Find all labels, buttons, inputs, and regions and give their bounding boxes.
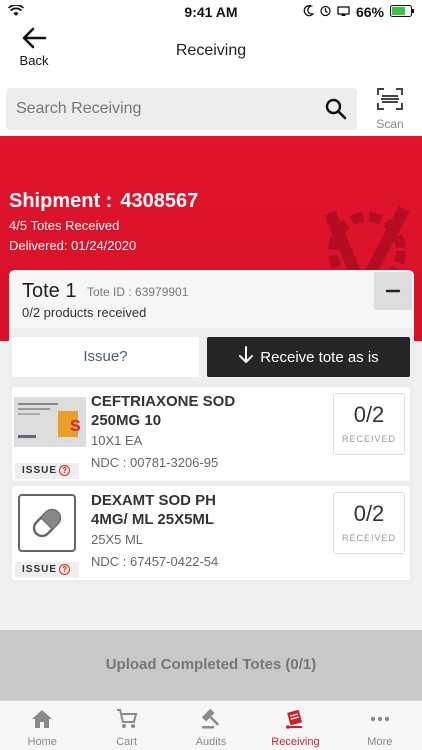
shipment-number-line: Shipment : 4308567 [9,190,198,213]
arrow-down-icon [238,346,254,368]
received-count-value: 0/2 [353,402,385,427]
product-image: S [14,397,86,447]
tab-label: Audits [195,736,227,748]
tote-id: Tote ID : 63979901 [87,285,189,299]
product-issue-tag[interactable]: ISSUE? [15,463,79,479]
status-bar: 9:41 AM 66% [0,0,422,24]
search-row: Search Receiving Scan [0,80,422,136]
tab-receiving[interactable]: Receiving [253,701,337,750]
receive-tote-label: Receive tote as is [260,348,379,366]
issue-tag-label: ISSUE [22,564,58,575]
shipment-label: Shipment : [9,190,113,212]
upload-completed-totes-button[interactable]: Upload Completed Totes (0/1) [0,630,422,700]
minus-icon [374,289,412,314]
gavel-icon [200,708,222,733]
product-name: CEFTRIAXONE SOD 250MG 10 [91,393,236,429]
product-pack: 25X5 ML [91,532,144,547]
product-card[interactable]: ISSUE? DEXAMT SOD PH 4MG/ ML 25X5ML 25X5… [12,486,410,580]
product-issue-tag[interactable]: ISSUE? [15,562,79,578]
page-title: Receiving [175,42,247,59]
tab-bar: Home Cart Audits Receiving More [0,700,422,750]
barcode-scan-icon [377,88,403,114]
issue-button[interactable]: Issue? [12,337,199,377]
delivered-date: Delivered: 01/24/2020 [9,238,137,253]
question-icon: ? [59,464,71,476]
question-icon: ? [59,563,71,575]
tab-audits[interactable]: Audits [169,701,253,750]
tab-cart[interactable]: Cart [84,701,168,750]
received-count-value: 0/2 [353,501,385,526]
product-ndc: NDC : 00781-3206-95 [91,455,219,470]
tab-label: Home [27,736,57,748]
tab-home[interactable]: Home [0,701,84,750]
search-placeholder: Search Receiving [16,100,142,117]
cart-icon [116,709,138,733]
screen-mirror-icon [337,4,350,20]
battery-percent: 66% [355,4,384,20]
product-pack: 10X1 EA [91,433,143,448]
home-icon [31,710,53,733]
receiving-icon [284,709,306,733]
location-icon [320,4,331,20]
shipment-number: 4308567 [120,190,199,212]
received-count-label: RECEIVED [341,434,396,444]
tab-label: More [367,736,393,748]
tab-label: Cart [116,736,137,748]
pill-placeholder-icon [18,494,76,552]
received-count: 0/2 RECEIVED [333,492,405,554]
search-input[interactable]: Search Receiving [6,88,357,130]
tote-progress: 0/2 products received [22,305,147,320]
scan-button[interactable]: Scan [366,88,414,131]
product-ndc: NDC : 67457-0422-54 [91,554,219,569]
status-right: 66% [303,4,414,20]
svg-text:S: S [70,418,81,435]
tote-title: Tote 1 [22,280,77,302]
collapse-button[interactable] [374,272,412,310]
tote-header: Tote 1 Tote ID : 63979901 0/2 products r… [9,270,414,328]
issue-tag-label: ISSUE [22,465,58,476]
totes-received: 4/5 Totes Received [9,218,120,233]
tote-panel: Tote 1 Tote ID : 63979901 0/2 products r… [9,270,414,585]
receive-tote-button[interactable]: Receive tote as is [207,337,410,377]
product-card[interactable]: S ISSUE? CEFTRIAXONE SOD 250MG 10 10X1 E… [12,387,410,481]
received-count-label: RECEIVED [341,533,396,543]
more-icon [369,716,391,733]
tab-more[interactable]: More [338,701,422,750]
scan-label: Scan [376,117,404,131]
product-name: DEXAMT SOD PH 4MG/ ML 25X5ML [91,492,217,528]
nav-bar: Back Receiving [0,24,422,80]
moon-icon [303,4,315,20]
search-icon[interactable] [325,98,347,125]
tab-label: Receiving [271,736,320,748]
battery-icon [390,4,414,20]
received-count: 0/2 RECEIVED [333,393,405,455]
